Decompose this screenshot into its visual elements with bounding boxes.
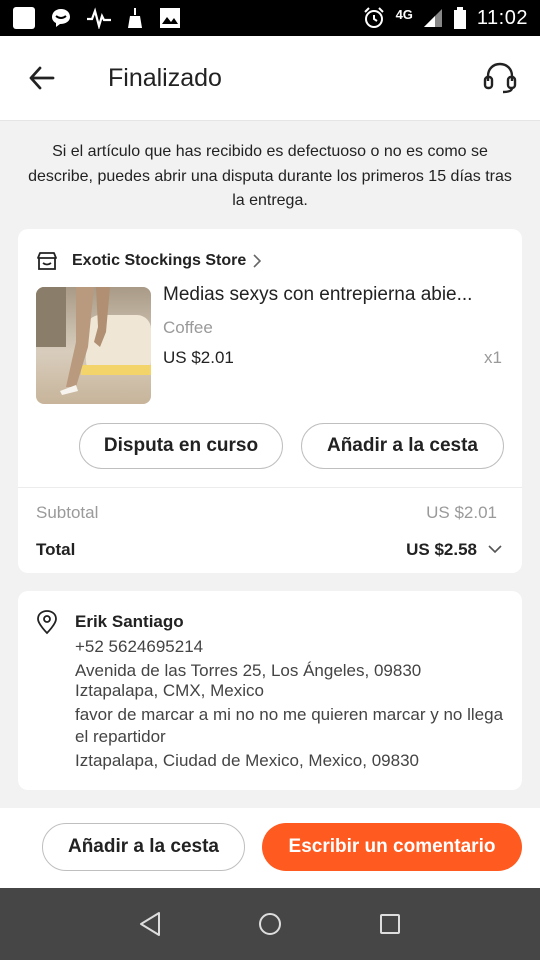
signal-icon <box>423 9 442 27</box>
product-variant: Coffee <box>163 318 213 337</box>
system-nav-bar <box>0 888 540 960</box>
cleaner-icon <box>128 8 142 28</box>
address-line-2: Iztapalapa, CMX, Mexico <box>75 681 264 700</box>
circle-home-icon <box>259 913 281 935</box>
chevron-right-icon <box>253 254 262 268</box>
status-bar: 4G 11:02 <box>0 0 540 36</box>
battery-icon <box>453 7 466 29</box>
product-title[interactable]: Medias sexys con entrepierna abie... <box>163 284 508 306</box>
network-type: 4G <box>395 6 413 22</box>
chat-notification-icon <box>52 9 70 27</box>
location-pin-icon <box>37 610 57 635</box>
customer-support-button[interactable] <box>460 36 540 121</box>
product-image[interactable] <box>36 287 151 404</box>
triangle-back-icon <box>140 912 160 936</box>
total-value[interactable]: US $2.58 <box>406 540 477 560</box>
chevron-down-icon[interactable] <box>488 540 502 558</box>
back-arrow-icon <box>29 66 55 90</box>
divider <box>18 487 522 488</box>
nav-recents-button[interactable] <box>360 894 420 954</box>
header: Finalizado <box>0 36 540 121</box>
dispute-in-progress-button[interactable]: Disputa en curso <box>79 423 283 469</box>
nav-home-button[interactable] <box>240 894 300 954</box>
app-notification-icon <box>13 7 35 29</box>
recipient-name: Erik Santiago <box>75 612 184 631</box>
address-line-3: Iztapalapa, Ciudad de Mexico, Mexico, 09… <box>75 751 419 770</box>
gallery-icon <box>160 8 180 28</box>
store-icon <box>37 252 57 270</box>
alarm-icon <box>363 7 384 28</box>
product-quantity: x1 <box>484 348 502 367</box>
bottom-action-bar: Añadir a la cesta Escribir un comentario <box>0 808 540 888</box>
product-price: US $2.01 <box>163 348 234 367</box>
store-link[interactable]: Exotic Stockings Store <box>36 239 262 283</box>
total-label: Total <box>36 540 76 559</box>
subtotal-label: Subtotal <box>36 503 99 522</box>
store-name: Exotic Stockings Store <box>72 252 247 269</box>
page-title: Finalizado <box>108 63 222 92</box>
back-button[interactable] <box>0 36 84 121</box>
add-to-cart-button-bottom[interactable]: Añadir a la cesta <box>42 823 245 871</box>
nav-back-button[interactable] <box>120 894 180 954</box>
headset-icon <box>483 62 517 94</box>
shipping-address-card: Erik Santiago +52 5624695214 Avenida de … <box>18 591 522 790</box>
pulse-icon <box>87 7 111 29</box>
address-details: +52 5624695214 Avenida de las Torres 25,… <box>75 636 505 774</box>
dispute-info-text: Si el artículo que has recibido es defec… <box>28 143 512 209</box>
square-recents-icon <box>380 914 400 934</box>
order-card: Exotic Stockings Store Medias sexys con … <box>18 229 522 573</box>
address-line-1: Avenida de las Torres 25, Los Ángeles, 0… <box>75 661 422 680</box>
write-review-button[interactable]: Escribir un comentario <box>262 823 522 871</box>
address-note: favor de marcar a mi no no me quieren ma… <box>75 705 504 746</box>
recipient-phone: +52 5624695214 <box>75 637 204 656</box>
subtotal-value: US $2.01 <box>426 503 497 522</box>
add-to-cart-button[interactable]: Añadir a la cesta <box>301 423 504 469</box>
product-photo <box>36 287 151 404</box>
clock: 11:02 <box>476 6 528 29</box>
